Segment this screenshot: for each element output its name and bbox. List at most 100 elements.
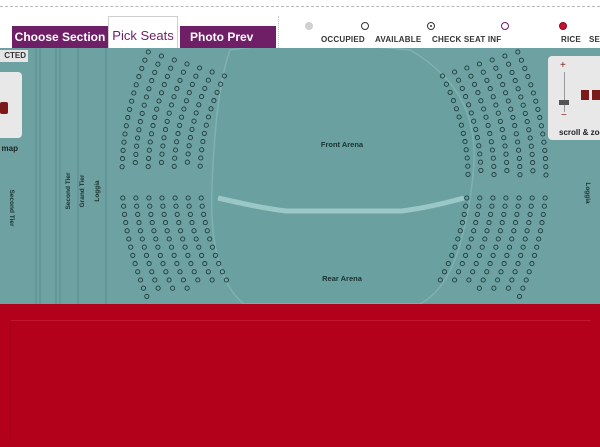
seat[interactable]	[214, 89, 220, 95]
seat[interactable]	[474, 135, 480, 141]
seat[interactable]	[503, 151, 509, 157]
seat[interactable]	[141, 102, 147, 108]
seat[interactable]	[137, 277, 144, 283]
seat[interactable]	[512, 269, 518, 275]
seat[interactable]	[537, 228, 544, 234]
tab-pick-seats[interactable]: Pick Seats	[108, 16, 178, 48]
seat[interactable]	[137, 119, 143, 125]
seat[interactable]	[473, 126, 479, 132]
seat[interactable]	[499, 220, 505, 226]
seat[interactable]	[176, 220, 182, 226]
seating-map[interactable]: Front Arena Rear Arena Second Tier Secon…	[0, 48, 600, 304]
seat[interactable]	[143, 252, 150, 258]
seat[interactable]	[170, 285, 176, 291]
seat[interactable]	[171, 57, 177, 63]
seat[interactable]	[512, 123, 518, 129]
seat[interactable]	[132, 160, 138, 166]
seat[interactable]	[139, 65, 145, 71]
seat[interactable]	[490, 195, 496, 201]
seat[interactable]	[541, 203, 547, 209]
seat[interactable]	[186, 143, 192, 149]
seat[interactable]	[139, 236, 145, 242]
seat[interactable]	[490, 252, 496, 258]
seat[interactable]	[146, 86, 152, 92]
seat[interactable]	[186, 203, 192, 209]
seat[interactable]	[515, 139, 521, 145]
seat[interactable]	[541, 139, 547, 145]
seat[interactable]	[158, 90, 165, 96]
tab-choose-section[interactable]: Choose Section	[12, 26, 108, 48]
seat[interactable]	[199, 252, 205, 258]
seat[interactable]	[163, 269, 169, 275]
seat[interactable]	[509, 236, 515, 242]
seat[interactable]	[149, 220, 155, 226]
seat[interactable]	[199, 203, 205, 209]
seat[interactable]	[185, 195, 191, 201]
seat[interactable]	[139, 110, 145, 116]
seat[interactable]	[191, 118, 197, 124]
seat[interactable]	[530, 160, 536, 166]
seat[interactable]	[477, 151, 483, 157]
seat[interactable]	[526, 269, 532, 275]
seat[interactable]	[471, 118, 477, 124]
seat[interactable]	[487, 86, 493, 92]
seat[interactable]	[513, 131, 519, 137]
seat[interactable]	[189, 126, 195, 132]
seat[interactable]	[537, 115, 543, 121]
seat[interactable]	[504, 252, 510, 258]
seat[interactable]	[161, 82, 167, 88]
seat[interactable]	[119, 164, 125, 170]
seat[interactable]	[471, 228, 477, 234]
seat[interactable]	[476, 61, 482, 67]
seat[interactable]	[526, 220, 532, 226]
seat[interactable]	[193, 110, 199, 116]
seat[interactable]	[527, 211, 533, 217]
seat[interactable]	[150, 123, 156, 129]
seat[interactable]	[512, 220, 519, 226]
seat[interactable]	[534, 244, 540, 250]
seat[interactable]	[161, 135, 167, 141]
seat[interactable]	[512, 78, 518, 84]
seat[interactable]	[529, 195, 535, 201]
seat[interactable]	[166, 277, 172, 283]
seat[interactable]	[452, 69, 458, 75]
seat[interactable]	[505, 98, 511, 104]
seat[interactable]	[485, 122, 491, 128]
seat[interactable]	[483, 114, 489, 120]
seat[interactable]	[191, 269, 197, 275]
seat[interactable]	[463, 94, 469, 100]
seat[interactable]	[173, 203, 179, 209]
seat[interactable]	[476, 285, 482, 291]
seat[interactable]	[468, 73, 474, 79]
seat[interactable]	[146, 155, 152, 161]
seat[interactable]	[121, 211, 128, 217]
seat[interactable]	[201, 130, 207, 136]
seat[interactable]	[530, 168, 536, 174]
seat[interactable]	[181, 106, 187, 112]
seat[interactable]	[475, 90, 481, 96]
seat[interactable]	[522, 236, 528, 242]
seat[interactable]	[137, 228, 144, 234]
seat[interactable]	[464, 65, 470, 71]
seat[interactable]	[540, 211, 546, 217]
seat[interactable]	[131, 90, 137, 96]
seat[interactable]	[179, 114, 185, 120]
seat[interactable]	[196, 102, 202, 108]
seat[interactable]	[495, 236, 501, 242]
seat[interactable]	[529, 261, 535, 267]
seat[interactable]	[493, 244, 499, 250]
seat[interactable]	[182, 244, 188, 250]
zoom-out-button[interactable]: −	[561, 110, 567, 121]
seat[interactable]	[133, 151, 139, 157]
seat[interactable]	[159, 195, 165, 201]
seat[interactable]	[497, 118, 503, 124]
seat[interactable]	[486, 220, 492, 226]
seat[interactable]	[539, 220, 545, 226]
seat[interactable]	[144, 293, 150, 299]
seat[interactable]	[540, 131, 546, 137]
seat[interactable]	[205, 77, 211, 83]
seat[interactable]	[145, 164, 151, 170]
seat[interactable]	[506, 61, 512, 67]
seat[interactable]	[184, 61, 190, 67]
seat[interactable]	[158, 159, 164, 165]
